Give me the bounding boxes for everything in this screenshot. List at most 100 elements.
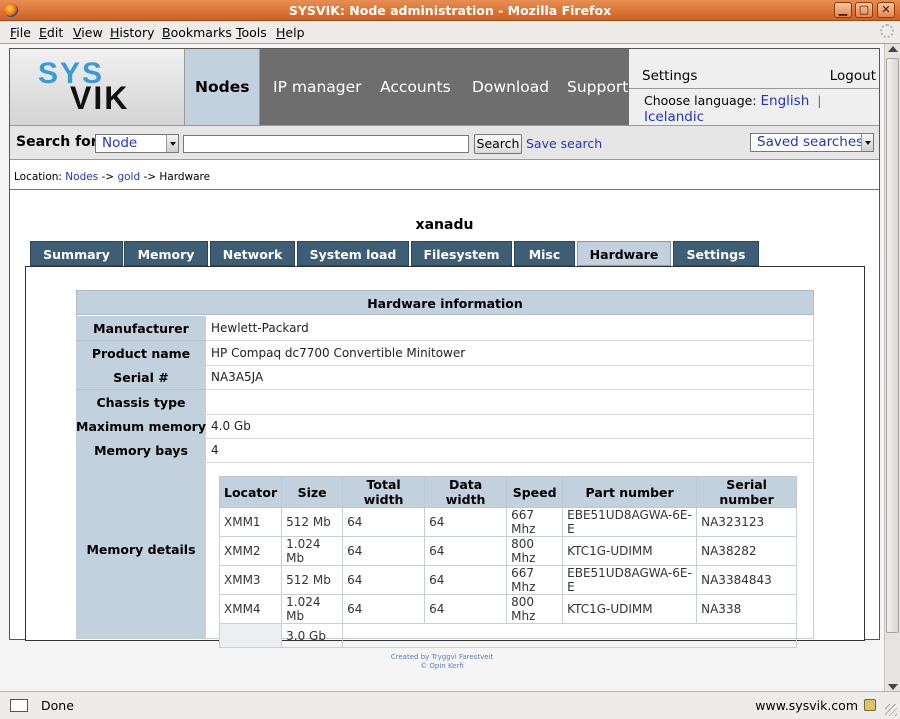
footer-credit: Created by Tryggvi Farestveit <box>390 653 494 661</box>
table-row: XMM3 512 Mb 64 64 667 Mhz EBE51UD8AGWA-6… <box>218 565 798 595</box>
cell: NA323123 <box>696 507 798 537</box>
chevron-down-icon <box>166 135 178 152</box>
cell: 512 Mb <box>281 507 344 537</box>
menu-file[interactable]: File <box>10 25 31 40</box>
memory-header-row: Locator Size Total width Data width Spee… <box>218 476 798 508</box>
cell <box>342 623 798 648</box>
hw-key: Maximum memory <box>76 414 206 439</box>
cell: 64 <box>424 565 508 595</box>
browser-viewport: SYS VIK Nodes IP manager Accounts Downlo… <box>0 43 900 692</box>
cell: KTC1G-UDIMM <box>562 536 698 566</box>
hw-row-serial: Serial # NA3A5JA <box>76 365 814 390</box>
breadcrumb-prefix: Location: <box>14 171 62 183</box>
settings-row: Settings Logout <box>629 49 879 89</box>
main-nav: Nodes IP manager Accounts Download Suppo… <box>185 49 629 125</box>
breadcrumb-gold[interactable]: gold <box>117 171 140 183</box>
menu-tools[interactable]: Tools <box>236 25 267 40</box>
scroll-down-icon[interactable] <box>888 684 898 690</box>
search-type-select[interactable]: Node <box>95 134 179 153</box>
tab-misc[interactable]: Misc <box>514 241 575 266</box>
cell: NA338 <box>696 594 798 624</box>
memory-total-row: 3.0 Gb <box>218 623 798 648</box>
menu-history[interactable]: History <box>110 25 154 40</box>
menu-bar: File Edit View History Bookmarks Tools H… <box>0 21 900 43</box>
header-settings: Settings Logout Choose language: English… <box>629 49 879 125</box>
tab-filesystem[interactable]: Filesystem <box>411 241 512 266</box>
security-lock-icon[interactable] <box>864 699 876 711</box>
status-text: Done <box>41 698 74 713</box>
search-button[interactable]: Search <box>474 134 522 154</box>
hw-key: Chassis type <box>76 390 206 415</box>
memory-details-label: Memory details <box>76 462 206 638</box>
menu-edit[interactable]: Edit <box>39 25 63 40</box>
hw-row-product-name: Product name HP Compaq dc7700 Convertibl… <box>76 341 814 366</box>
menu-bookmarks[interactable]: Bookmarks <box>162 25 232 40</box>
scroll-up-icon[interactable] <box>888 46 898 52</box>
resize-grip-icon[interactable] <box>885 704 897 716</box>
col-size: Size <box>281 476 344 508</box>
cell: 1.024 Mb <box>281 594 344 624</box>
logout-link[interactable]: Logout <box>830 68 876 84</box>
minimize-button[interactable]: ▁ <box>834 2 852 18</box>
status-host: www.sysvik.com <box>755 698 858 713</box>
maximize-button[interactable]: □ <box>855 2 873 18</box>
cell: 800 Mhz <box>506 594 564 624</box>
settings-link[interactable]: Settings <box>642 68 697 84</box>
nav-support[interactable]: Support <box>557 49 638 125</box>
cell: 64 <box>424 594 508 624</box>
cell: 1.024 Mb <box>281 536 344 566</box>
cell: KTC1G-UDIMM <box>562 594 698 624</box>
cell: 64 <box>342 594 426 624</box>
window-title: SYSVIK: Node administration - Mozilla Fi… <box>288 3 612 18</box>
cell: XMM4 <box>218 594 283 624</box>
save-search-link[interactable]: Save search <box>526 136 602 151</box>
language-chooser: Choose language: English | Icelandic <box>644 93 879 125</box>
col-data-width: Data width <box>424 476 508 508</box>
tab-system-load[interactable]: System load <box>297 241 409 266</box>
hw-row-max-memory: Maximum memory 4.0 Gb <box>76 414 814 439</box>
lang-english-link[interactable]: English <box>761 93 810 109</box>
tab-settings[interactable]: Settings <box>673 241 759 266</box>
cell: 667 Mhz <box>506 507 564 537</box>
menu-help[interactable]: Help <box>276 25 305 40</box>
hw-row-manufacturer: Manufacturer Hewlett-Packard <box>76 316 814 341</box>
chevron-down-icon <box>861 134 873 151</box>
nav-download[interactable]: Download <box>462 49 559 125</box>
tab-hardware[interactable]: Hardware <box>577 241 671 266</box>
hw-row-chassis-type: Chassis type <box>76 390 814 415</box>
hw-row-memory-bays: Memory bays 4 <box>76 438 814 463</box>
page-footer: Created by Tryggvi Farestveit © Opin Ker… <box>0 653 884 671</box>
search-input[interactable] <box>183 135 469 153</box>
nav-accounts[interactable]: Accounts <box>370 49 461 125</box>
breadcrumb-arrow: -> <box>101 171 115 183</box>
cell: 512 Mb <box>281 565 344 595</box>
hw-value: 4.0 Gb <box>211 419 251 433</box>
node-title: xanadu <box>415 217 474 233</box>
close-button[interactable]: ✕ <box>877 2 895 18</box>
cell: XMM1 <box>218 507 283 537</box>
site-header: SYS VIK Nodes IP manager Accounts Downlo… <box>10 49 879 125</box>
sysvik-page: SYS VIK Nodes IP manager Accounts Downlo… <box>9 48 880 648</box>
table-row: XMM2 1.024 Mb 64 64 800 Mhz KTC1G-UDIMM … <box>218 536 798 566</box>
scroll-thumb[interactable] <box>886 58 899 633</box>
nav-nodes[interactable]: Nodes <box>185 49 260 125</box>
tab-summary[interactable]: Summary <box>30 241 123 266</box>
lang-icelandic-link[interactable]: Icelandic <box>644 109 704 125</box>
menu-view[interactable]: View <box>73 25 103 40</box>
hw-key: Manufacturer <box>76 316 206 341</box>
breadcrumb-nodes[interactable]: Nodes <box>65 171 98 183</box>
tab-network[interactable]: Network <box>210 241 295 266</box>
tab-memory[interactable]: Memory <box>124 241 208 266</box>
col-serial-number: Serial number <box>696 476 798 508</box>
cell: EBE51UD8AGWA-6E-E <box>562 507 698 537</box>
cell: 667 Mhz <box>506 565 564 595</box>
table-row: XMM1 512 Mb 64 64 667 Mhz EBE51UD8AGWA-6… <box>218 507 798 537</box>
memory-total: 3.0 Gb <box>281 623 344 648</box>
vertical-scrollbar[interactable] <box>884 44 900 692</box>
saved-searches-select[interactable]: Saved searches <box>750 133 874 152</box>
breadcrumb-current: Hardware <box>159 171 211 183</box>
col-total-width: Total width <box>342 476 426 508</box>
logo[interactable]: SYS VIK <box>10 49 185 125</box>
nav-ip-manager[interactable]: IP manager <box>263 49 372 125</box>
status-page-icon <box>10 699 28 712</box>
